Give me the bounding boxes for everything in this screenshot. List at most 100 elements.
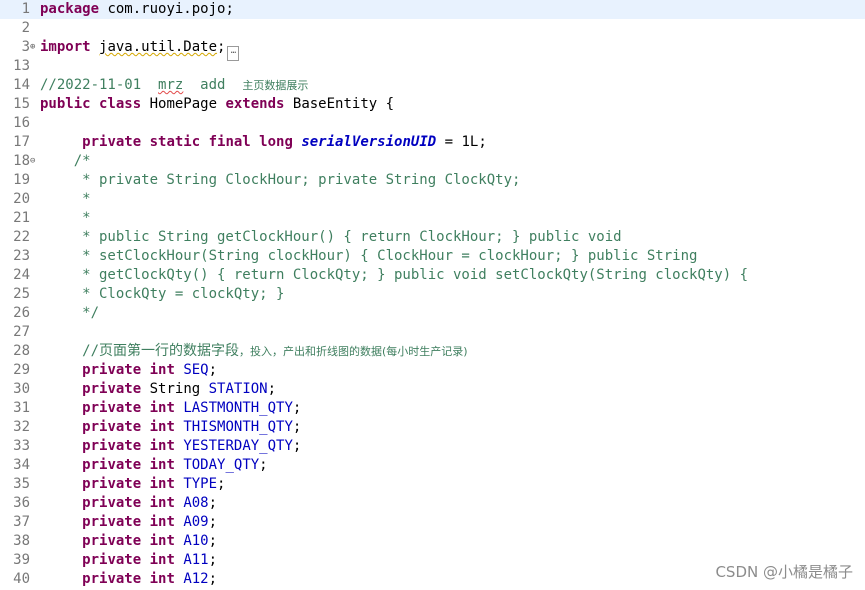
code-token: ; [208, 552, 218, 568]
code-line[interactable]: 26 */ [0, 304, 865, 323]
code-line[interactable]: 36 private int A08; [0, 494, 865, 513]
line-number: 29 [13, 362, 30, 378]
code-line[interactable]: 31 private int LASTMONTH_QTY; [0, 399, 865, 418]
line-number: 24 [13, 267, 30, 283]
code-text: private int YESTERDAY_QTY; [40, 437, 301, 456]
code-token: ; [217, 39, 226, 55]
code-line[interactable]: 22 * public String getClockHour() { retu… [0, 228, 865, 247]
line-number: 2 [21, 20, 30, 36]
line-number: 13 [13, 58, 30, 74]
code-line[interactable]: 35 private int TYPE; [0, 475, 865, 494]
code-token: * [40, 191, 91, 207]
line-number: 17 [13, 134, 30, 150]
code-line[interactable]: 23 * setClockHour(String clockHour) { Cl… [0, 247, 865, 266]
code-line[interactable]: 3 ⊕ import java.util.Date;… [0, 38, 865, 61]
code-text: private int A09; [40, 513, 217, 532]
code-line[interactable]: 16 [0, 114, 865, 133]
collapse-fold-icon[interactable]: ⊖ [30, 152, 38, 171]
code-token: private static final long [82, 134, 293, 150]
code-text: private static final long serialVersionU… [40, 133, 487, 152]
code-token: private int [82, 533, 175, 549]
code-line[interactable]: 33 private int YESTERDAY_QTY; [0, 437, 865, 456]
code-token: = 1L; [436, 134, 487, 150]
code-text: private int A08; [40, 494, 217, 513]
code-line[interactable]: 38 private int A10; [0, 532, 865, 551]
code-line[interactable]: 20 * [0, 190, 865, 209]
code-text: public class HomePage extends BaseEntity… [40, 95, 394, 114]
code-token: ; [292, 400, 302, 416]
code-line[interactable]: 34 private int TODAY_QTY; [0, 456, 865, 475]
code-text: * public String getClockHour() { return … [40, 228, 622, 247]
code-token: A09 [183, 514, 209, 530]
code-token: ; [292, 419, 302, 435]
code-token: private int [82, 476, 175, 492]
code-text: * private String ClockHour; private Stri… [40, 171, 520, 190]
code-token: BaseEntity { [284, 96, 395, 112]
line-number: 31 [13, 400, 30, 416]
line-number: 22 [13, 229, 30, 245]
line-number: 18 [13, 153, 30, 169]
code-token: * [40, 210, 91, 226]
code-editor[interactable]: 1 package com.ruoyi.pojo; 2 3 ⊕ import java.u… [0, 0, 865, 590]
expand-fold-icon[interactable]: ⊕ [30, 38, 38, 57]
line-number: 3 [21, 39, 30, 55]
code-token: private [82, 381, 142, 397]
code-token: * getClockQty() { return ClockQty; } pub… [40, 267, 749, 283]
code-line[interactable]: 17 private static final long serialVersi… [0, 133, 865, 152]
code-token: A11 [183, 552, 209, 568]
line-number: 33 [13, 438, 30, 454]
watermark: CSDN @小橘是橘子 [715, 563, 853, 581]
code-text: * setClockHour(String clockHour) { Clock… [40, 247, 697, 266]
code-line[interactable]: 18 ⊖ /* [0, 152, 865, 171]
code-text: private int A10; [40, 532, 217, 551]
line-number: 26 [13, 305, 30, 321]
code-token: ; [292, 438, 302, 454]
code-line[interactable]: 37 private int A09; [0, 513, 865, 532]
code-line[interactable]: 21 * [0, 209, 865, 228]
code-line[interactable]: 1 package com.ruoyi.pojo; [0, 0, 865, 19]
code-token: add [183, 77, 243, 93]
code-token: package [40, 1, 100, 17]
code-token: private int [82, 552, 175, 568]
code-token: */ [40, 305, 100, 321]
code-line[interactable]: 32 private int THISMONTH_QTY; [0, 418, 865, 437]
code-line[interactable]: 27 [0, 323, 865, 342]
code-token: private int [82, 571, 175, 587]
code-token: private int [82, 514, 175, 530]
line-number: 34 [13, 457, 30, 473]
code-text: private int THISMONTH_QTY; [40, 418, 301, 437]
line-number: 25 [13, 286, 30, 302]
code-line[interactable]: 29 private int SEQ; [0, 361, 865, 380]
code-token: private int [82, 362, 175, 378]
code-line[interactable]: 30 private String STATION; [0, 380, 865, 399]
code-line[interactable]: 24 * getClockQty() { return ClockQty; } … [0, 266, 865, 285]
code-text: //页面第一行的数据字段，投入，产出和折线图的数据(每小时生产记录) [40, 342, 467, 361]
code-token: * public String getClockHour() { return … [40, 229, 622, 245]
code-token: 主页数据展示 [242, 79, 309, 92]
code-line[interactable]: 13 [0, 57, 865, 76]
code-token: A12 [183, 571, 209, 587]
code-text: /* [40, 152, 91, 171]
code-line[interactable]: 28 //页面第一行的数据字段，投入，产出和折线图的数据(每小时生产记录) [0, 342, 865, 361]
code-line[interactable]: 14 //2022-11-01 mrz add 主页数据展示 [0, 76, 865, 95]
code-line[interactable]: 25 * ClockQty = clockQty; } [0, 285, 865, 304]
code-token: mrz [158, 77, 184, 93]
code-text: */ [40, 304, 99, 323]
code-token: ; [208, 571, 218, 587]
code-line[interactable]: 15 public class HomePage extends BaseEnti… [0, 95, 865, 114]
code-token: private int [82, 495, 175, 511]
code-line[interactable]: 19 * private String ClockHour; private S… [0, 171, 865, 190]
code-token: private int [82, 419, 175, 435]
code-token: com.ruoyi.pojo; [99, 1, 234, 17]
code-text: private int TYPE; [40, 475, 225, 494]
code-token: import [40, 39, 91, 55]
line-number: 21 [13, 210, 30, 226]
code-token: //2022-11-01 [40, 77, 159, 93]
code-line[interactable]: 2 [0, 19, 865, 38]
